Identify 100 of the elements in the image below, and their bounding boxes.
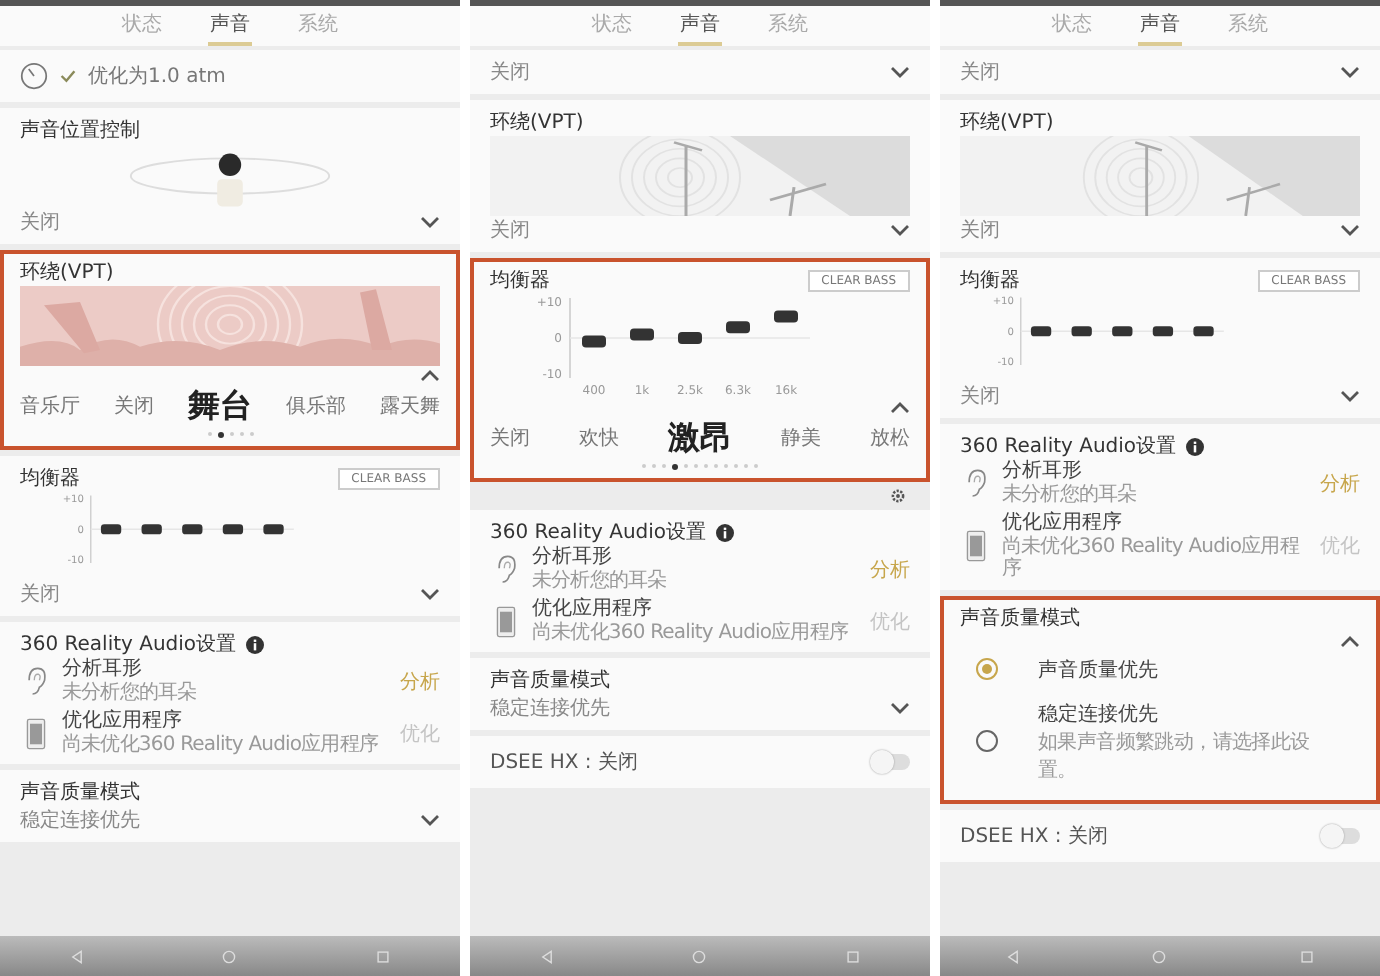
tab[interactable]: 声音 xyxy=(208,6,252,46)
recents-icon[interactable] xyxy=(376,949,391,963)
radio-button[interactable] xyxy=(976,658,998,680)
info-icon[interactable] xyxy=(246,635,265,653)
item-subtitle: 尚未优化360 Reality Audio应用程序 xyxy=(1002,535,1302,581)
chevron-down-icon[interactable] xyxy=(1340,224,1360,236)
tab[interactable]: 系统 xyxy=(296,6,340,46)
home-icon[interactable] xyxy=(222,949,237,963)
chevron-down-icon[interactable] xyxy=(1340,66,1360,78)
gauge-icon xyxy=(20,62,48,90)
item-subtitle: 未分析您的耳朵 xyxy=(1002,483,1139,506)
section-title: 声音位置控制 xyxy=(20,117,140,144)
info-icon[interactable] xyxy=(1186,437,1205,455)
preset-option[interactable]: 放松 xyxy=(870,424,910,452)
ear-icon xyxy=(494,553,518,585)
item-subtitle: 未分析您的耳朵 xyxy=(62,681,199,704)
back-icon[interactable] xyxy=(539,949,554,963)
chevron-up-icon[interactable] xyxy=(420,370,440,382)
preset-option[interactable]: 关闭 xyxy=(490,424,530,452)
chevron-down-icon[interactable] xyxy=(890,224,910,236)
dropdown-value: 关闭 xyxy=(20,209,62,236)
tab[interactable]: 系统 xyxy=(1226,6,1270,46)
tab[interactable]: 声音 xyxy=(678,6,722,46)
item-subtitle: 尚未优化360 Reality Audio应用程序 xyxy=(62,733,381,756)
dropdown-value: 关闭 xyxy=(490,59,532,86)
chevron-down-icon[interactable] xyxy=(890,66,910,78)
dropdown-value: 关闭 xyxy=(960,217,1002,244)
tab[interactable]: 状态 xyxy=(590,6,634,46)
section-title: 360 Reality Audio设置 xyxy=(960,433,1177,459)
radio-button[interactable] xyxy=(976,730,998,752)
radio-label: 声音质量优先 xyxy=(1038,657,1158,683)
info-icon[interactable] xyxy=(716,523,735,541)
tab[interactable]: 状态 xyxy=(120,6,164,46)
setting-label: DSEE HX : 关闭 xyxy=(960,823,1110,849)
preset-option[interactable]: 露天舞 xyxy=(380,392,440,420)
chevron-up-icon[interactable] xyxy=(890,402,910,414)
phone-icon xyxy=(494,605,518,637)
section-title: 均衡器 xyxy=(20,466,80,492)
page-dot[interactable] xyxy=(217,431,223,437)
setting-label: DSEE HX : 关闭 xyxy=(490,749,640,776)
chevron-down-icon[interactable] xyxy=(1340,390,1360,402)
ear-icon xyxy=(24,665,48,697)
item-subtitle: 尚未优化360 Reality Audio应用程序 xyxy=(532,621,851,644)
tab[interactable]: 声音 xyxy=(1138,6,1182,46)
check-icon xyxy=(60,68,76,84)
dropdown-value: 关闭 xyxy=(960,383,1002,410)
item-title: 优化应用程序 xyxy=(1002,512,1124,535)
item-title: 分析耳形 xyxy=(1002,460,1084,483)
preset-option[interactable]: 俱乐部 xyxy=(286,392,346,420)
back-icon[interactable] xyxy=(69,949,84,963)
dropdown-value: 关闭 xyxy=(960,59,1002,86)
status-text: 优化为1.0 atm xyxy=(88,63,226,90)
section-title: 360 Reality Audio设置 xyxy=(490,519,707,545)
page-dot[interactable] xyxy=(672,463,678,469)
section-title: 均衡器 xyxy=(490,268,550,294)
section-title: 声音质量模式 xyxy=(490,667,610,694)
preset-option[interactable]: 激昂 xyxy=(668,417,732,459)
dropdown-value: 关闭 xyxy=(490,217,532,244)
radio-description: 如果声音频繁跳动，请选择此设置。 xyxy=(1038,729,1312,783)
section-title: 环绕(VPT) xyxy=(960,109,1054,136)
phone-icon xyxy=(964,530,988,563)
home-icon[interactable] xyxy=(692,949,707,963)
preset-option[interactable]: 欢快 xyxy=(579,424,619,452)
item-subtitle: 未分析您的耳朵 xyxy=(532,569,669,592)
recents-icon[interactable] xyxy=(846,949,861,963)
dropdown-value: 关闭 xyxy=(20,581,62,608)
radio-label: 稳定连接优先 xyxy=(1038,701,1160,727)
section-title: 声音质量模式 xyxy=(960,605,1080,631)
preset-option[interactable]: 关闭 xyxy=(114,392,154,420)
item-title: 优化应用程序 xyxy=(62,710,184,733)
section-title: 均衡器 xyxy=(960,268,1020,294)
tab[interactable]: 状态 xyxy=(1050,6,1094,46)
item-title: 优化应用程序 xyxy=(532,598,654,621)
dropdown-value: 稳定连接优先 xyxy=(20,807,142,834)
chevron-up-icon[interactable] xyxy=(1340,635,1360,647)
action-link[interactable]: 分析 xyxy=(1320,469,1360,497)
preset-option[interactable]: 静美 xyxy=(781,424,821,452)
tab[interactable]: 系统 xyxy=(766,6,810,46)
chevron-down-icon[interactable] xyxy=(420,814,440,826)
back-icon[interactable] xyxy=(1006,949,1021,963)
action-link[interactable]: 分析 xyxy=(400,667,440,695)
toggle-switch[interactable] xyxy=(1324,827,1360,843)
chevron-down-icon[interactable] xyxy=(420,588,440,600)
chevron-down-icon[interactable] xyxy=(890,702,910,714)
action-link[interactable]: 分析 xyxy=(870,555,910,583)
section-title: 环绕(VPT) xyxy=(20,259,114,286)
preset-option[interactable]: 音乐厅 xyxy=(20,392,80,420)
toggle-switch[interactable] xyxy=(874,754,910,770)
section-title: 环绕(VPT) xyxy=(490,109,584,136)
phone-icon xyxy=(24,717,48,749)
section-title: 声音质量模式 xyxy=(20,779,140,806)
recents-icon[interactable] xyxy=(1299,949,1314,963)
settings-icon[interactable] xyxy=(890,488,906,504)
chevron-down-icon[interactable] xyxy=(420,216,440,228)
preset-option[interactable]: 舞台 xyxy=(188,385,252,427)
item-title: 分析耳形 xyxy=(62,658,144,681)
section-title: 360 Reality Audio设置 xyxy=(20,631,237,657)
home-icon[interactable] xyxy=(1152,949,1167,963)
dropdown-value: 稳定连接优先 xyxy=(490,695,612,722)
ear-icon xyxy=(964,467,988,499)
